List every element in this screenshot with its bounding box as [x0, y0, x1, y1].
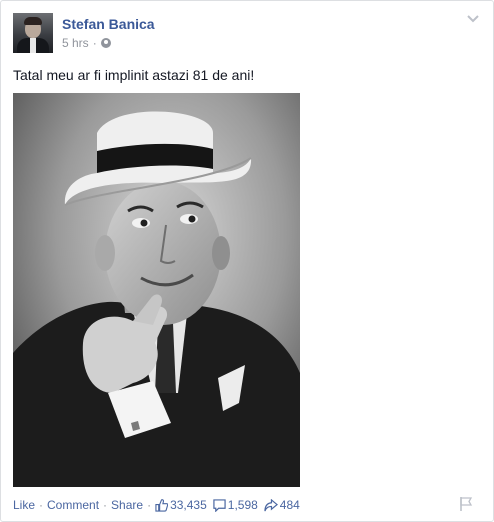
author-name[interactable]: Stefan Banica: [62, 16, 155, 32]
action-separator: ·: [103, 498, 108, 512]
flag-icon[interactable]: [459, 496, 473, 512]
comment-bubble-icon: [213, 498, 226, 512]
post-card: Stefan Banica 5 hrs · Tatal meu ar fi im…: [0, 0, 494, 522]
likes-stat[interactable]: 33,435: [155, 498, 207, 512]
meta-separator: ·: [92, 36, 97, 50]
comments-stat[interactable]: 1,598: [213, 498, 258, 512]
shares-stat[interactable]: 484: [264, 498, 300, 512]
action-separator: ·: [147, 498, 152, 512]
post-meta: 5 hrs ·: [62, 36, 111, 50]
comment-link[interactable]: Comment: [47, 498, 99, 512]
author-avatar[interactable]: [13, 13, 53, 53]
avatar-shirt: [30, 38, 36, 53]
like-link[interactable]: Like: [13, 498, 35, 512]
comments-count: 1,598: [227, 498, 258, 512]
likes-count: 33,435: [170, 498, 207, 512]
post-photo[interactable]: [13, 93, 300, 487]
chevron-down-icon[interactable]: [465, 11, 481, 27]
action-separator: ·: [39, 498, 44, 512]
thumbs-up-icon: [155, 498, 169, 512]
globe-icon[interactable]: [100, 38, 111, 48]
avatar-hair: [24, 17, 42, 25]
post-timestamp[interactable]: 5 hrs: [62, 36, 89, 50]
post-text: Tatal meu ar fi implinit astazi 81 de an…: [13, 67, 255, 83]
post-actions-bar: Like · Comment · Share · 33,435 1,598 48…: [13, 498, 306, 512]
share-arrow-icon: [264, 498, 278, 511]
share-link[interactable]: Share: [111, 498, 143, 512]
shares-count: 484: [279, 498, 300, 512]
